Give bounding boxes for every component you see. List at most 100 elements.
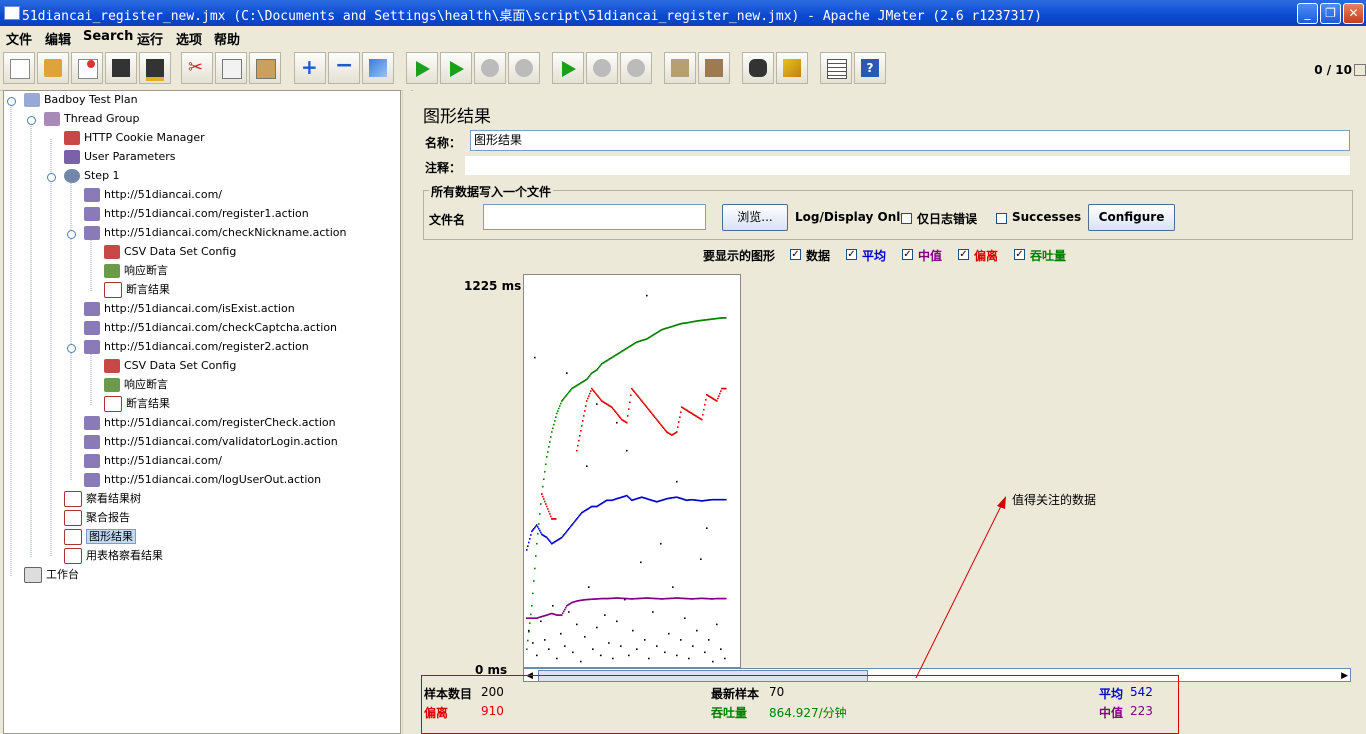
graph-data-point xyxy=(644,639,646,641)
graph-data-point xyxy=(676,480,678,483)
data-graph-checkbox[interactable]: ✓ xyxy=(790,249,801,260)
remote-shutdown-button[interactable] xyxy=(620,52,652,84)
expand-button[interactable]: + xyxy=(294,52,326,84)
close-file-button[interactable] xyxy=(71,52,103,84)
tree-node[interactable]: http://51diancai.com/ xyxy=(84,452,222,470)
deviation-graph-checkbox[interactable]: ✓ xyxy=(958,249,969,260)
function-helper-button[interactable] xyxy=(820,52,852,84)
save-button[interactable] xyxy=(105,52,137,84)
toggle-button[interactable] xyxy=(362,52,394,84)
graph-point xyxy=(526,549,528,551)
tree-node[interactable]: CSV Data Set Config xyxy=(104,357,236,375)
throughput-graph-checkbox[interactable]: ✓ xyxy=(1014,249,1025,260)
tree-node[interactable]: 响应断言 xyxy=(104,376,168,394)
tree-node[interactable]: http://51diancai.com/checkNickname.actio… xyxy=(84,224,346,242)
start-button[interactable] xyxy=(406,52,438,84)
filename-input[interactable] xyxy=(483,204,706,230)
tree-node[interactable]: Step 1 xyxy=(64,167,120,185)
tree-toggle[interactable] xyxy=(67,230,76,239)
average-graph-checkbox[interactable]: ✓ xyxy=(846,249,857,260)
menu-help[interactable]: 帮助 xyxy=(214,29,240,48)
tree-node-selected[interactable]: 图形结果 xyxy=(64,528,136,546)
graph-point xyxy=(679,416,681,418)
tree-node[interactable]: http://51diancai.com/register2.action xyxy=(84,338,309,356)
test-plan-icon xyxy=(24,93,40,107)
tree-toggle[interactable] xyxy=(67,344,76,353)
status-indicator xyxy=(1354,64,1366,76)
graph-data-point xyxy=(724,657,726,660)
clear-button[interactable] xyxy=(664,52,696,84)
open-button[interactable] xyxy=(37,52,69,84)
new-button[interactable] xyxy=(3,52,35,84)
menu-edit[interactable]: 编辑 xyxy=(45,29,71,48)
graph-point xyxy=(703,408,705,411)
preprocessor-icon xyxy=(64,150,80,164)
test-plan-tree[interactable]: Badboy Test Plan Thread Group HTTP Cooki… xyxy=(3,90,401,734)
maximize-button[interactable]: ❐ xyxy=(1320,3,1341,24)
median-graph-checkbox[interactable]: ✓ xyxy=(902,249,913,260)
graph-data-point xyxy=(576,623,578,626)
graph-data-point xyxy=(696,629,698,632)
tree-node[interactable]: HTTP Cookie Manager xyxy=(64,129,205,147)
copy-button[interactable] xyxy=(215,52,247,84)
errors-only-checkbox[interactable] xyxy=(901,213,912,224)
successes-checkbox[interactable] xyxy=(996,213,1007,224)
graph-point xyxy=(702,413,704,416)
name-field[interactable]: 图形结果 xyxy=(470,130,1350,151)
tree-node[interactable]: http://51diancai.com/isExist.action xyxy=(84,300,295,318)
tree-toggle[interactable] xyxy=(47,173,56,182)
samples-label: 样本数目 xyxy=(424,687,473,701)
remote-start-button[interactable] xyxy=(552,52,584,84)
configure-button[interactable]: Configure xyxy=(1088,204,1175,231)
clear-all-button[interactable] xyxy=(698,52,730,84)
tree-node[interactable]: User Parameters xyxy=(64,148,176,166)
menu-file[interactable]: 文件 xyxy=(6,29,32,48)
tree-node[interactable]: CSV Data Set Config xyxy=(104,243,236,261)
sampler-icon xyxy=(84,435,100,449)
paste-button[interactable] xyxy=(249,52,281,84)
graph-point xyxy=(578,439,580,442)
graph-point xyxy=(564,608,566,611)
tree-node[interactable]: 断言结果 xyxy=(104,281,170,299)
remote-stop-button[interactable] xyxy=(586,52,618,84)
tree-node[interactable]: http://51diancai.com/logUserOut.action xyxy=(84,471,321,489)
close-button[interactable]: ✕ xyxy=(1343,3,1364,24)
tree-node[interactable]: 用表格察看结果 xyxy=(64,547,163,565)
tree-node[interactable]: http://51diancai.com/checkCaptcha.action xyxy=(84,319,337,337)
sampler-icon xyxy=(84,473,100,487)
tree-node[interactable]: 断言结果 xyxy=(104,395,170,413)
cut-button[interactable]: ✂ xyxy=(181,52,213,84)
tree-node[interactable]: http://51diancai.com/register1.action xyxy=(84,205,309,223)
browse-button[interactable]: 浏览... xyxy=(722,204,788,231)
tree-toggle[interactable] xyxy=(27,116,36,125)
collapse-button[interactable]: − xyxy=(328,52,360,84)
comment-field[interactable] xyxy=(465,156,1350,175)
help-button[interactable]: ? xyxy=(854,52,886,84)
menu-search[interactable]: Search xyxy=(83,29,133,44)
search-button[interactable] xyxy=(742,52,774,84)
stop-button[interactable] xyxy=(474,52,506,84)
tree-node-workbench[interactable]: 工作台 xyxy=(24,566,79,584)
tree-toggle[interactable] xyxy=(7,97,16,106)
graph-point xyxy=(565,606,567,609)
jmeter-app-icon[interactable] xyxy=(4,6,20,20)
menu-options[interactable]: 选项 xyxy=(176,29,202,48)
shutdown-button[interactable] xyxy=(508,52,540,84)
tree-node[interactable]: http://51diancai.com/registerCheck.actio… xyxy=(84,414,336,432)
tree-node[interactable]: 聚合报告 xyxy=(64,509,130,527)
minimize-button[interactable]: _ xyxy=(1297,3,1318,24)
tree-node[interactable]: http://51diancai.com/validatorLogin.acti… xyxy=(84,433,338,451)
tree-node[interactable]: 响应断言 xyxy=(104,262,168,280)
tree-node-test-plan[interactable]: Badboy Test Plan xyxy=(24,91,138,109)
tree-node-thread-group[interactable]: Thread Group xyxy=(44,110,139,128)
save-as-button[interactable] xyxy=(139,52,171,84)
start-no-pauses-button[interactable] xyxy=(440,52,472,84)
menu-run[interactable]: 运行 xyxy=(137,29,163,48)
scroll-right-icon[interactable]: ▶ xyxy=(1341,671,1348,681)
tree-node[interactable]: 察看结果树 xyxy=(64,490,141,508)
reset-search-button[interactable] xyxy=(776,52,808,84)
split-pane-divider[interactable] xyxy=(402,90,411,734)
tree-node[interactable]: http://51diancai.com/ xyxy=(84,186,222,204)
deviation-graph-label: 偏离 xyxy=(974,249,999,263)
graph-point xyxy=(535,555,537,557)
